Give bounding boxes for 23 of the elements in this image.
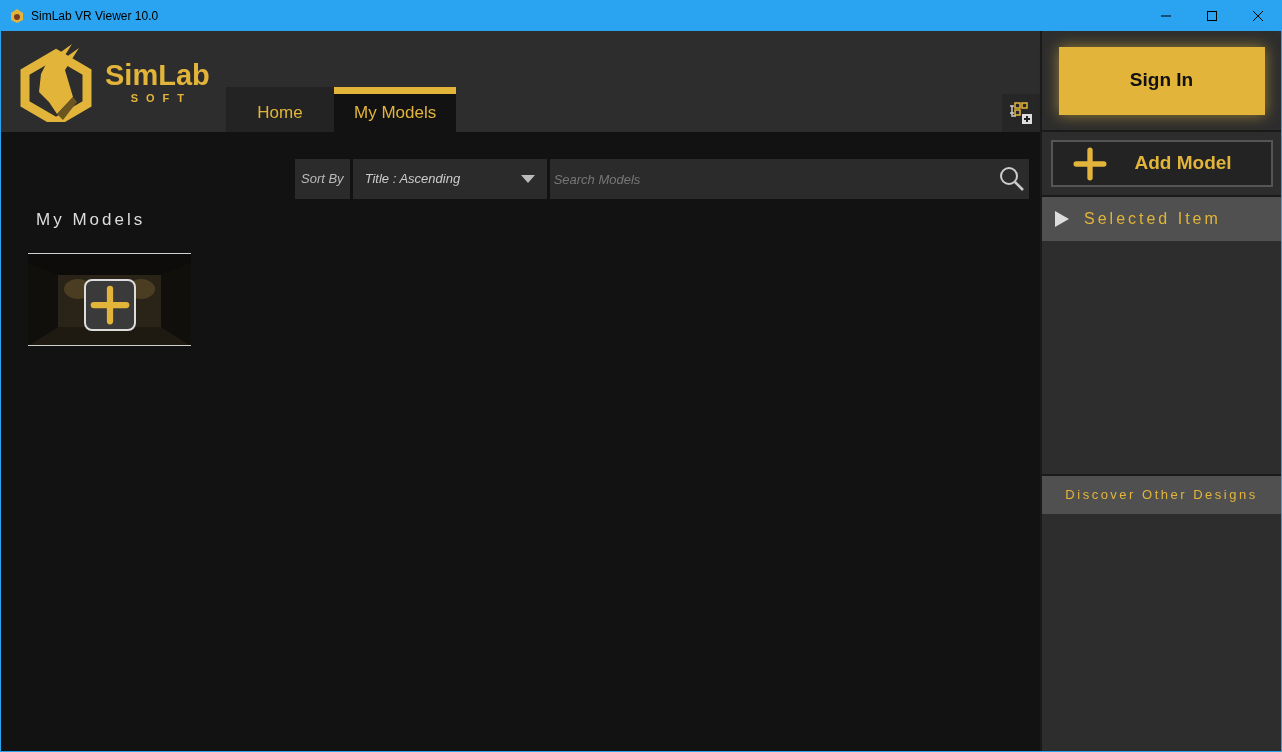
tab[interactable]: Home — [226, 87, 334, 132]
close-icon — [1253, 11, 1263, 21]
sort-label: Sort By — [295, 159, 350, 199]
caret-icon — [520, 175, 535, 183]
sign-in-button[interactable]: Sign In — [1058, 46, 1265, 115]
selected-item-header[interactable]: Selected Item — [1042, 197, 1281, 241]
search-icon — [999, 166, 1025, 192]
logo-tagline: SOFT — [129, 90, 193, 105]
expand-arrow-icon — [1054, 210, 1070, 228]
search-field[interactable]: Search Models — [549, 159, 1029, 199]
add-model-button[interactable]: Add Model — [1050, 140, 1273, 187]
tab[interactable]: My Models — [334, 87, 457, 132]
model-grid-add-icon[interactable] — [1002, 94, 1040, 132]
sort-dropdown[interactable]: Title : Ascending — [352, 159, 547, 199]
plus-icon — [1072, 146, 1107, 181]
section-title: My Models — [36, 209, 147, 231]
app-icon — [9, 8, 25, 24]
add-button[interactable] — [84, 278, 136, 331]
maximize-icon — [1207, 11, 1217, 21]
plus-icon — [90, 284, 130, 325]
logo-name: SimLab — [105, 58, 210, 91]
window-title: SimLab VR Viewer 10.0 — [31, 8, 159, 25]
discover-button[interactable]: Discover Other Designs — [1042, 474, 1281, 514]
